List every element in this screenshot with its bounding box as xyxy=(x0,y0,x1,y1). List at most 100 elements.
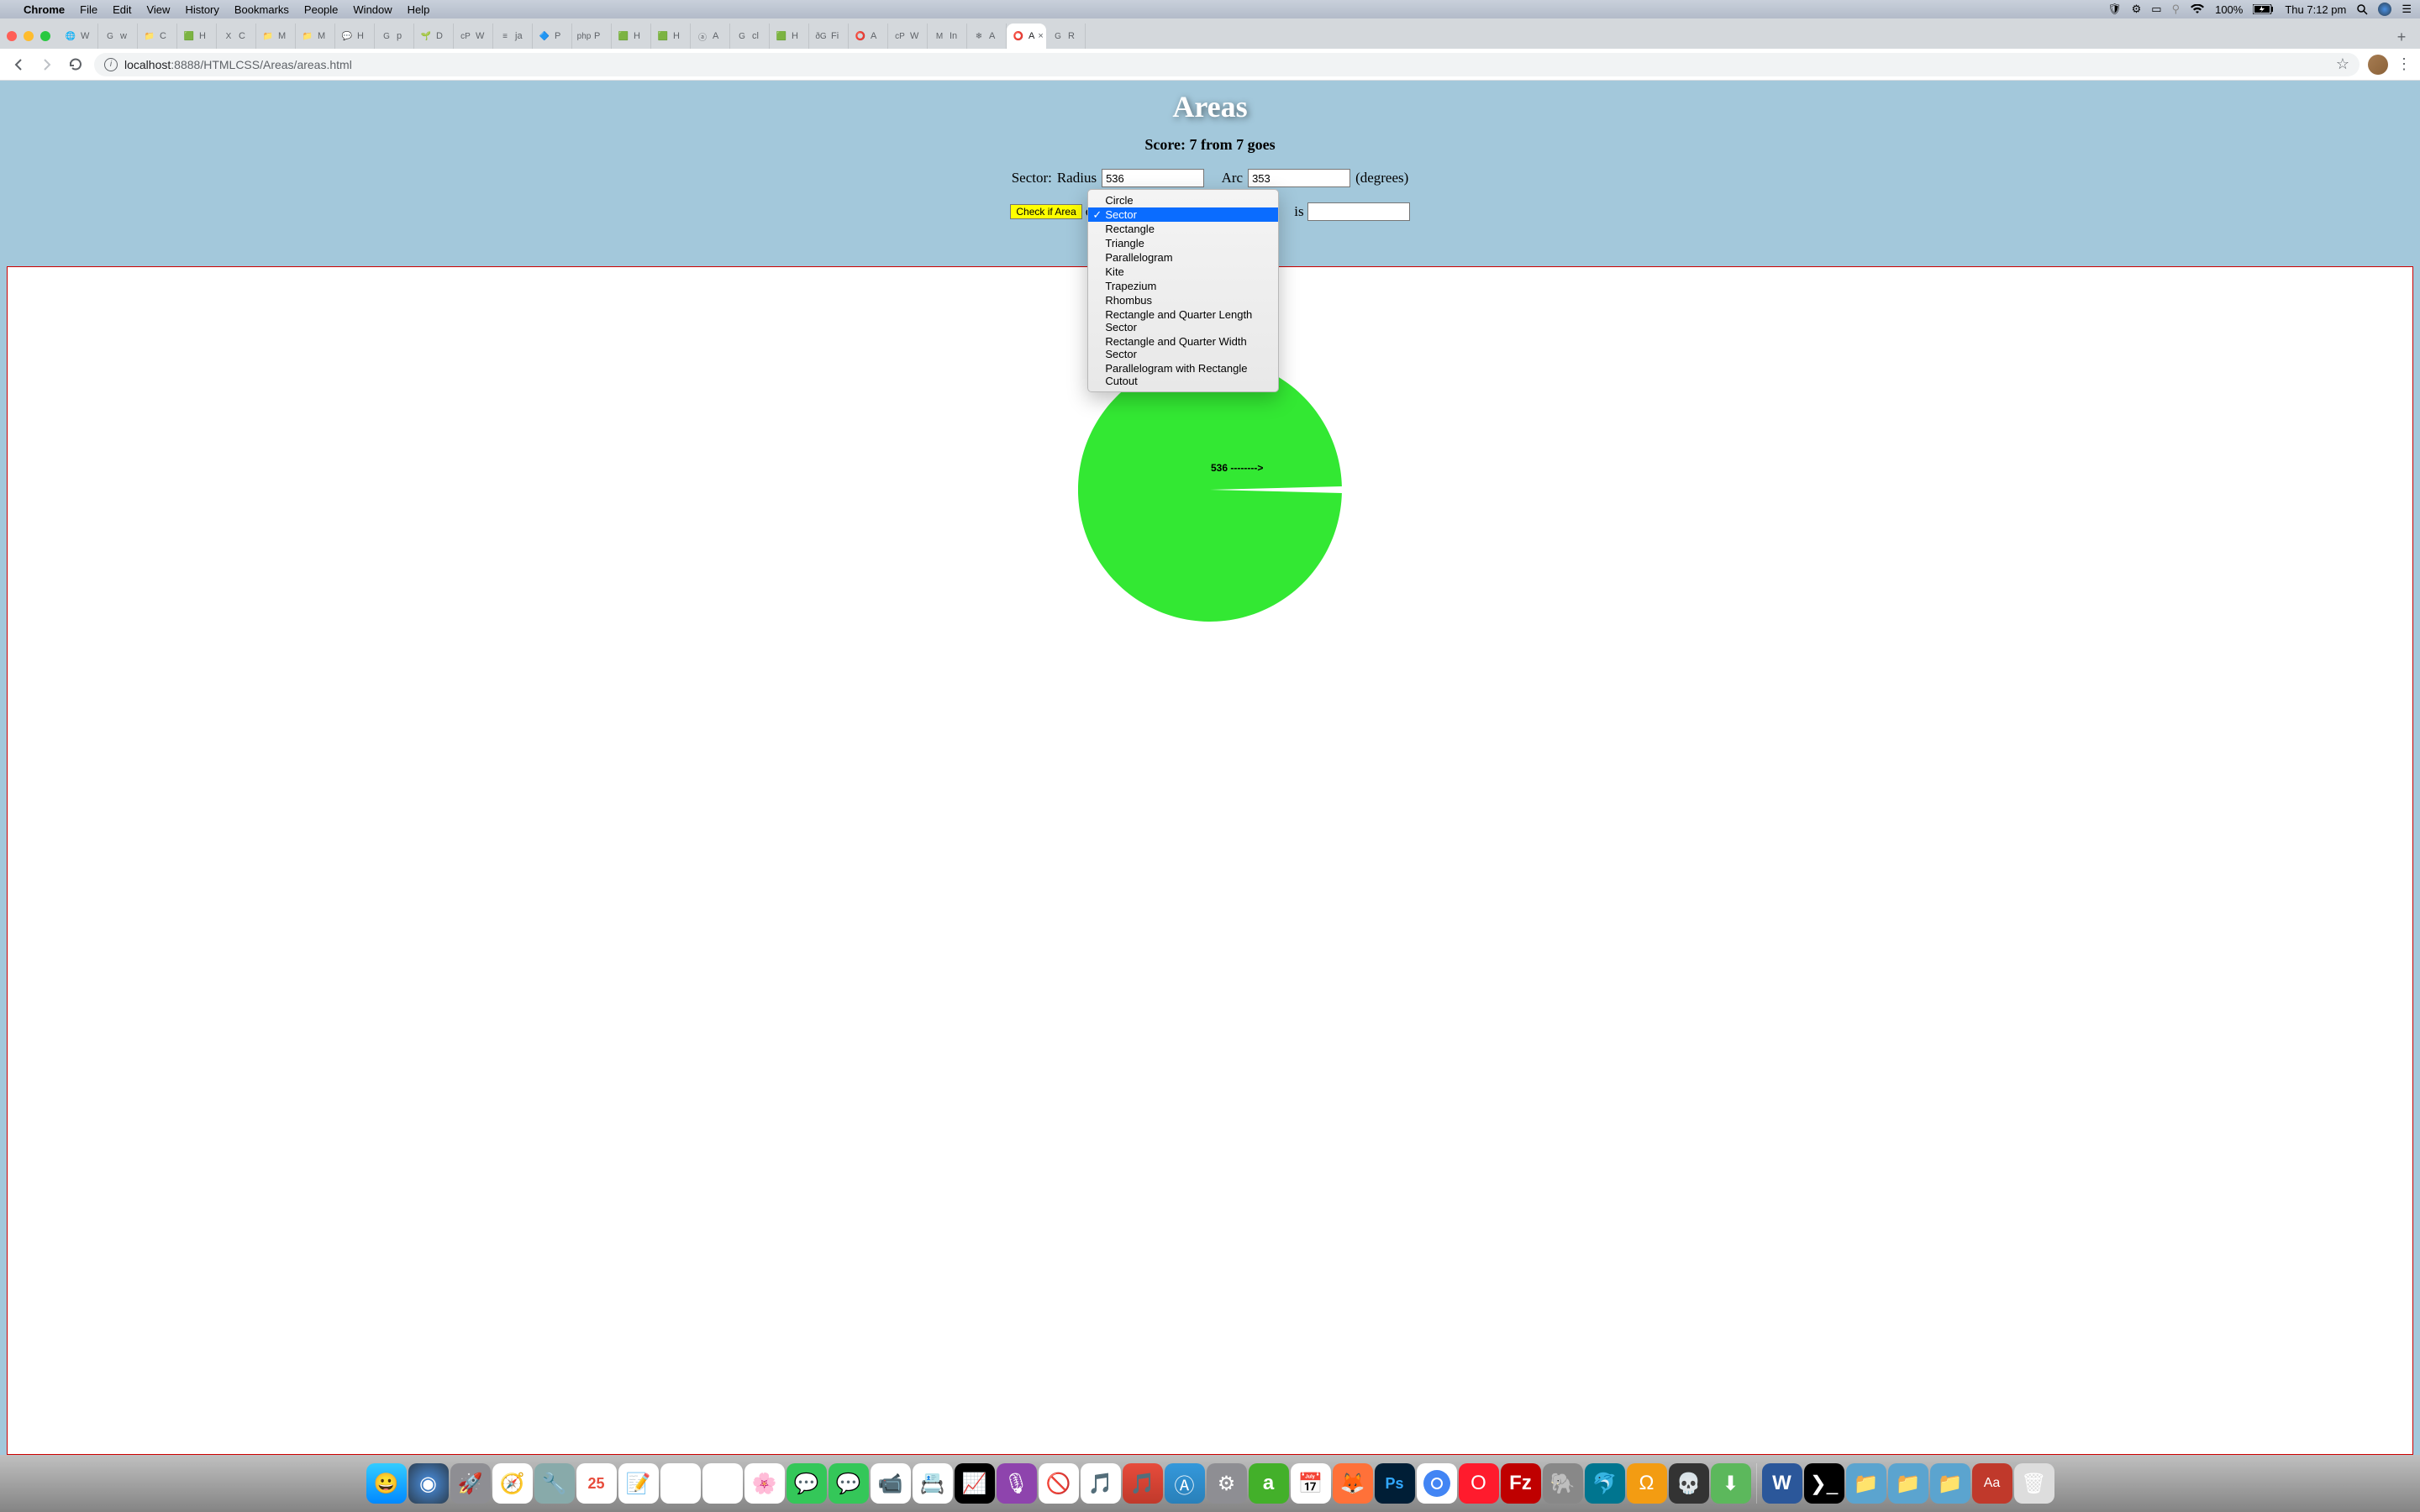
browser-tab[interactable]: ⭕A xyxy=(849,24,888,49)
browser-tab[interactable]: MIn xyxy=(928,24,967,49)
browser-tab[interactable]: cPW xyxy=(888,24,928,49)
menu-history[interactable]: History xyxy=(185,3,218,16)
reload-button[interactable] xyxy=(66,55,86,75)
dock-facetime-icon[interactable]: 📹 xyxy=(871,1463,911,1504)
chrome-menu-icon[interactable]: ⋮ xyxy=(2396,55,2412,73)
dock-terminal-icon[interactable]: ❯_ xyxy=(1804,1463,1844,1504)
dock-podcasts-icon[interactable]: 🎙 xyxy=(997,1463,1037,1504)
browser-tab[interactable]: Gw xyxy=(98,24,138,49)
app-name[interactable]: Chrome xyxy=(24,3,65,16)
browser-tab[interactable]: Gcl xyxy=(730,24,770,49)
dropdown-option[interactable]: Rectangle and Quarter Length Sector xyxy=(1088,307,1278,334)
dock-dictionary-icon[interactable]: Aa xyxy=(1972,1463,2012,1504)
dock-sysprefs-icon[interactable]: ⚙ xyxy=(1207,1463,1247,1504)
browser-tab[interactable]: 🟩H xyxy=(612,24,651,49)
menu-help[interactable]: Help xyxy=(408,3,430,16)
dock-calendar-icon[interactable]: 25 xyxy=(576,1463,617,1504)
bluetooth-icon[interactable]: ⚲ xyxy=(2172,3,2181,16)
dock-filezilla-icon[interactable]: Fz xyxy=(1501,1463,1541,1504)
back-button[interactable] xyxy=(8,55,29,75)
browser-tab[interactable]: ❄A xyxy=(967,24,1007,49)
dropdown-option[interactable]: Parallelogram xyxy=(1088,250,1278,265)
dock-siri-icon[interactable]: ◉ xyxy=(408,1463,449,1504)
menu-edit[interactable]: Edit xyxy=(113,3,131,16)
window-close-button[interactable] xyxy=(7,31,17,41)
browser-tab[interactable]: 🌐W xyxy=(59,24,98,49)
dock-nosign-icon[interactable]: 🚫 xyxy=(1039,1463,1079,1504)
menu-file[interactable]: File xyxy=(80,3,97,16)
battery-icon[interactable] xyxy=(2253,4,2275,14)
dock-stocks-icon[interactable]: 📈 xyxy=(955,1463,995,1504)
dock-maps-icon[interactable]: 🗺 xyxy=(702,1463,743,1504)
dock-messages-icon[interactable]: 💬 xyxy=(786,1463,827,1504)
browser-tab[interactable]: 📁C xyxy=(138,24,177,49)
browser-tab[interactable]: cPW xyxy=(454,24,493,49)
bookmark-star-icon[interactable]: ☆ xyxy=(2336,55,2349,73)
window-maximize-button[interactable] xyxy=(40,31,50,41)
browser-tab[interactable]: Gp xyxy=(375,24,414,49)
dock-folder3-icon[interactable]: 📁 xyxy=(1930,1463,1970,1504)
window-minimize-button[interactable] xyxy=(24,31,34,41)
browser-tab[interactable]: 🟩H xyxy=(651,24,691,49)
shape-dropdown[interactable]: CircleSectorRectangleTriangleParallelogr… xyxy=(1087,189,1279,392)
dock-itunes-icon[interactable]: 🎵 xyxy=(1123,1463,1163,1504)
dock-contacts-icon[interactable]: 📇 xyxy=(913,1463,953,1504)
browser-tab[interactable]: 🟩H xyxy=(177,24,217,49)
malware-icon[interactable]: 🛡 xyxy=(2107,3,2122,16)
dock-music-icon[interactable]: 🎵 xyxy=(1081,1463,1121,1504)
dropdown-option[interactable]: Sector xyxy=(1088,207,1278,222)
dock-messages2-icon[interactable]: 💬 xyxy=(829,1463,869,1504)
menu-window[interactable]: Window xyxy=(353,3,392,16)
menu-view[interactable]: View xyxy=(146,3,170,16)
dock-trash-icon[interactable]: 🗑 xyxy=(2014,1463,2054,1504)
airplay-icon[interactable]: ▭ xyxy=(2151,3,2161,16)
dock-word-icon[interactable]: W xyxy=(1762,1463,1802,1504)
dock-opera-icon[interactable]: O xyxy=(1459,1463,1499,1504)
wifi-icon[interactable] xyxy=(2190,4,2205,14)
browser-tab[interactable]: ≡ja xyxy=(493,24,533,49)
dock-firefox-icon[interactable]: 🦊 xyxy=(1333,1463,1373,1504)
dropdown-option[interactable]: Trapezium xyxy=(1088,279,1278,293)
address-bar[interactable]: i localhost:8888/HTMLCSS/Areas/areas.htm… xyxy=(94,53,2360,76)
tab-close-icon[interactable]: × xyxy=(1038,31,1043,41)
dropdown-option[interactable]: Triangle xyxy=(1088,236,1278,250)
dock-photos-icon[interactable]: 🌸 xyxy=(744,1463,785,1504)
new-tab-button[interactable]: + xyxy=(2390,25,2413,49)
dock-folder2-icon[interactable]: 📁 xyxy=(1888,1463,1928,1504)
browser-tab[interactable]: 💬H xyxy=(335,24,375,49)
siri-menubar-icon[interactable] xyxy=(2378,3,2391,16)
browser-tab[interactable]: 🟩H xyxy=(770,24,809,49)
browser-tab[interactable]: GR xyxy=(1046,24,1086,49)
spotlight-icon[interactable] xyxy=(2356,3,2368,15)
dropdown-option[interactable]: Rectangle and Quarter Width Sector xyxy=(1088,334,1278,361)
clock[interactable]: Thu 7:12 pm xyxy=(2285,3,2346,16)
dock-skull-icon[interactable]: 💀 xyxy=(1669,1463,1709,1504)
dropdown-option[interactable]: Rhombus xyxy=(1088,293,1278,307)
radius-input[interactable] xyxy=(1102,169,1204,187)
dropdown-option[interactable]: Parallelogram with Rectangle Cutout xyxy=(1088,361,1278,388)
dock-reminders-icon[interactable]: ☑ xyxy=(660,1463,701,1504)
profile-avatar[interactable] xyxy=(2368,55,2388,75)
dropdown-option[interactable]: Rectangle xyxy=(1088,222,1278,236)
browser-tab[interactable]: 🔷P xyxy=(533,24,572,49)
mamp-icon[interactable]: ⚙ xyxy=(2132,3,2142,16)
menu-people[interactable]: People xyxy=(304,3,338,16)
notification-center-icon[interactable]: ☰ xyxy=(2402,3,2412,16)
answer-input[interactable] xyxy=(1307,202,1410,221)
browser-tab[interactable]: 🌱D xyxy=(414,24,454,49)
arc-input[interactable] xyxy=(1248,169,1350,187)
browser-tab[interactable]: ⓐA xyxy=(691,24,730,49)
dock-mamp-icon[interactable]: 🐘 xyxy=(1543,1463,1583,1504)
dock-launchpad-icon[interactable]: 🚀 xyxy=(450,1463,491,1504)
dock-safari-icon[interactable]: 🧭 xyxy=(492,1463,533,1504)
menu-bookmarks[interactable]: Bookmarks xyxy=(234,3,289,16)
browser-tab[interactable]: XC xyxy=(217,24,256,49)
dropdown-option[interactable]: Kite xyxy=(1088,265,1278,279)
forward-button[interactable] xyxy=(37,55,57,75)
browser-tab[interactable]: 📁M xyxy=(296,24,335,49)
dock-mysql-icon[interactable]: 🐬 xyxy=(1585,1463,1625,1504)
dock-anaconda-icon[interactable]: a xyxy=(1249,1463,1289,1504)
dock-torrent-icon[interactable]: ⬇ xyxy=(1711,1463,1751,1504)
dropdown-option[interactable]: Circle xyxy=(1088,193,1278,207)
battery-percent[interactable]: 100% xyxy=(2215,3,2243,16)
